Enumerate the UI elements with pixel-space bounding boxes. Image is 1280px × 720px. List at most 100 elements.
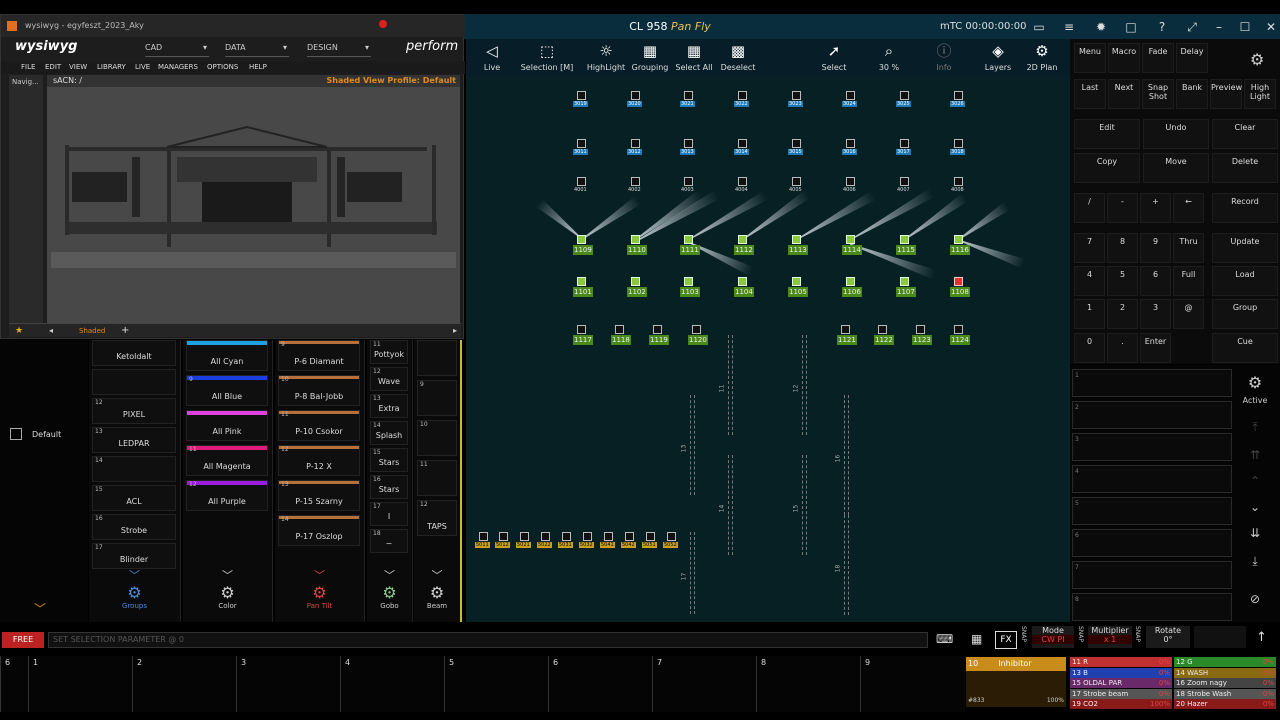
fixture[interactable] (954, 325, 963, 334)
key-0[interactable]: 0 (1074, 333, 1105, 363)
key-edit[interactable]: Edit (1074, 119, 1140, 149)
page-up-icon[interactable]: ⌃ (1240, 474, 1270, 488)
beam-footer[interactable]: ﹀ ⚙ Beam (414, 567, 460, 622)
pool-item[interactable]: 11 Pottyok (370, 340, 408, 364)
fixture[interactable] (667, 532, 676, 541)
perform-mode[interactable]: perform (406, 39, 458, 54)
pool-item[interactable]: 16 Stars (370, 475, 408, 499)
fixture[interactable] (541, 532, 550, 541)
fixture[interactable] (499, 532, 508, 541)
key-8[interactable]: 8 (1107, 233, 1138, 263)
chevron-down-icon[interactable]: ﹀ (414, 567, 460, 583)
key--[interactable]: . (1107, 333, 1138, 363)
group-master[interactable]: 20 Hazer 0% (1174, 699, 1276, 709)
fixture[interactable] (604, 532, 613, 541)
executor-slot[interactable]: 8 (756, 656, 860, 712)
key-update[interactable]: Update (1212, 233, 1278, 263)
key-6[interactable]: 6 (1140, 266, 1171, 296)
list-item[interactable]: 2 (1072, 401, 1232, 429)
keyboard-icon[interactable]: ⌨ (936, 632, 953, 646)
group-master[interactable]: 17 Strobe beam 0% (1070, 688, 1172, 699)
fixture[interactable] (577, 139, 586, 148)
key-4[interactable]: 4 (1074, 266, 1105, 296)
fixture[interactable] (900, 91, 909, 100)
pool-item[interactable]: Ketoldalt (92, 340, 176, 366)
pool-item[interactable]: 12 P-12 X (278, 445, 360, 476)
settings-icon[interactable]: ✹ (1092, 18, 1110, 36)
key-bank[interactable]: Bank (1176, 79, 1208, 109)
key-delay[interactable]: Delay (1176, 43, 1208, 73)
fixture[interactable] (792, 277, 801, 286)
pan-tilt-footer[interactable]: ﹀ ⚙ Pan Tilt (275, 567, 364, 622)
executor-slot[interactable]: 9 (860, 656, 964, 712)
fixture[interactable] (684, 91, 693, 100)
close-icon[interactable]: ✕ (1262, 18, 1280, 36)
tool-deselect[interactable]: ▩ Deselect (718, 39, 758, 77)
group-master[interactable]: 13 B 0% (1070, 667, 1172, 678)
fixture[interactable] (646, 532, 655, 541)
pool-item[interactable]: 10 (417, 420, 457, 456)
pool-item[interactable]: 11 All Magenta (186, 445, 268, 476)
tab-next-icon[interactable]: ▸ (453, 324, 457, 338)
pool-item[interactable]: 13 P-15 Szarny (278, 480, 360, 511)
pool-item[interactable] (92, 369, 176, 395)
group-master[interactable]: 16 Zoom nagy 0% (1174, 678, 1276, 688)
pool-item[interactable]: 12 TAPS (417, 500, 457, 536)
key-full[interactable]: Full (1173, 266, 1204, 296)
pool-item[interactable]: 9 (417, 380, 457, 416)
arrow-up-icon[interactable]: ↑ (1256, 630, 1267, 645)
fixture[interactable] (792, 139, 801, 148)
executor-slot[interactable]: 4 (340, 656, 444, 712)
tool-2d-plan[interactable]: ⚙ 2D Plan (1022, 39, 1062, 77)
fixture[interactable] (792, 91, 801, 100)
fixture[interactable] (684, 235, 693, 244)
executor-slot[interactable]: 2 (132, 656, 236, 712)
pool-item[interactable]: 15 ACL (92, 485, 176, 511)
fixture[interactable] (841, 325, 850, 334)
menu-live[interactable]: LIVE (135, 61, 150, 74)
fixture[interactable] (577, 177, 586, 186)
pool-item[interactable]: 14 P-17 Oszlop (278, 515, 360, 546)
pool-item[interactable]: 12 Wave (370, 367, 408, 391)
key-menu[interactable]: Menu (1074, 43, 1106, 73)
page-down-icon[interactable]: ⌄ (1240, 500, 1270, 514)
pool-item[interactable]: 17 I (370, 502, 408, 526)
group-master[interactable]: 19 CO2 100% (1070, 699, 1172, 709)
fixture[interactable] (900, 139, 909, 148)
color-footer[interactable]: ﹀ ⚙ Color (183, 567, 272, 622)
key-high-light[interactable]: High Light (1244, 79, 1276, 109)
sliders-icon[interactable]: ≡ (1060, 18, 1078, 36)
fixture[interactable] (684, 277, 693, 286)
fixture[interactable] (615, 325, 624, 334)
pool-item[interactable]: 13 Extra (370, 394, 408, 418)
cad-dropdown[interactable]: CAD ▾ (145, 43, 209, 57)
key-load[interactable]: Load (1212, 266, 1278, 296)
executor-slot[interactable]: 7 (652, 656, 756, 712)
fixture[interactable] (878, 325, 887, 334)
group-master[interactable]: 18 Strobe Wash 0% (1174, 688, 1276, 699)
fixture[interactable] (738, 235, 747, 244)
key-3[interactable]: 3 (1140, 299, 1171, 329)
key-macro[interactable]: Macro (1108, 43, 1140, 73)
menu-managers[interactable]: MANAGERS (158, 61, 198, 74)
fixture[interactable] (738, 139, 747, 148)
menu-help[interactable]: HELP (249, 61, 267, 74)
fixture[interactable] (738, 177, 747, 186)
pool-item[interactable]: 16 Strobe (92, 514, 176, 540)
fixture[interactable] (577, 91, 586, 100)
tool-select[interactable]: ➚ Select (816, 39, 852, 77)
rotate-field[interactable]: Rotate 0° (1146, 626, 1190, 648)
key-last[interactable]: Last (1074, 79, 1106, 109)
key-2[interactable]: 2 (1107, 299, 1138, 329)
key-copy[interactable]: Copy (1074, 153, 1140, 183)
fixture[interactable] (577, 277, 586, 286)
pool-item[interactable]: 18 ~ (370, 529, 408, 553)
navigator-panel[interactable]: Navig... (9, 75, 43, 327)
executor-slot[interactable]: 5 (444, 656, 548, 712)
keypad-settings-icon[interactable]: ⚙ (1250, 50, 1264, 69)
pool-item[interactable]: All Cyan (186, 340, 268, 371)
fixture[interactable] (792, 235, 801, 244)
fixture[interactable] (631, 177, 640, 186)
menu-library[interactable]: LIBRARY (97, 61, 126, 74)
fixture[interactable] (625, 532, 634, 541)
